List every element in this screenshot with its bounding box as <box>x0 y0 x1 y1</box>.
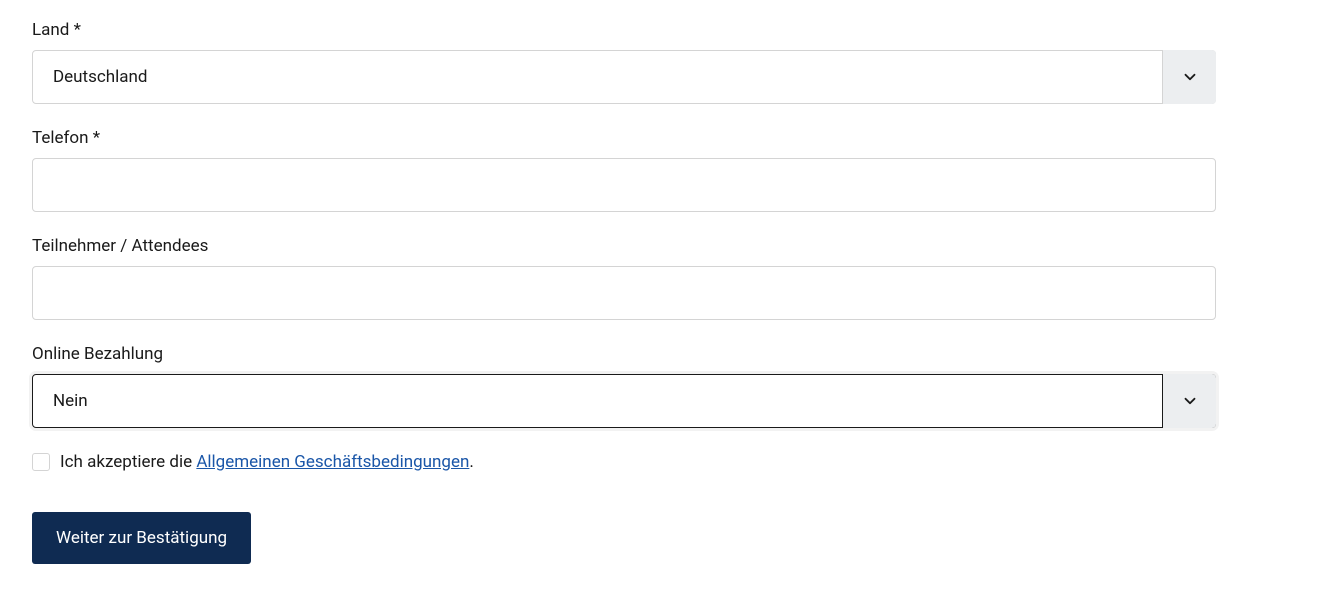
online-payment-value: Nein <box>53 391 88 411</box>
terms-label: Ich akzeptiere die Allgemeinen Geschäfts… <box>60 452 474 472</box>
online-payment-select[interactable]: Nein <box>32 374 1216 428</box>
online-payment-label: Online Bezahlung <box>32 344 1216 364</box>
attendees-label: Teilnehmer / Attendees <box>32 236 1216 256</box>
phone-label: Telefon * <box>32 128 1216 148</box>
country-label: Land * <box>32 20 1216 40</box>
terms-suffix: . <box>469 452 473 472</box>
terms-checkbox[interactable] <box>32 453 50 471</box>
phone-input[interactable] <box>32 158 1216 212</box>
terms-link[interactable]: Allgemeinen Geschäftsbedingungen <box>196 452 469 472</box>
attendees-input[interactable] <box>32 266 1216 320</box>
country-select[interactable]: Deutschland <box>32 50 1216 104</box>
submit-button[interactable]: Weiter zur Bestätigung <box>32 512 251 564</box>
terms-prefix: Ich akzeptiere die <box>60 452 196 472</box>
country-value: Deutschland <box>53 67 148 87</box>
